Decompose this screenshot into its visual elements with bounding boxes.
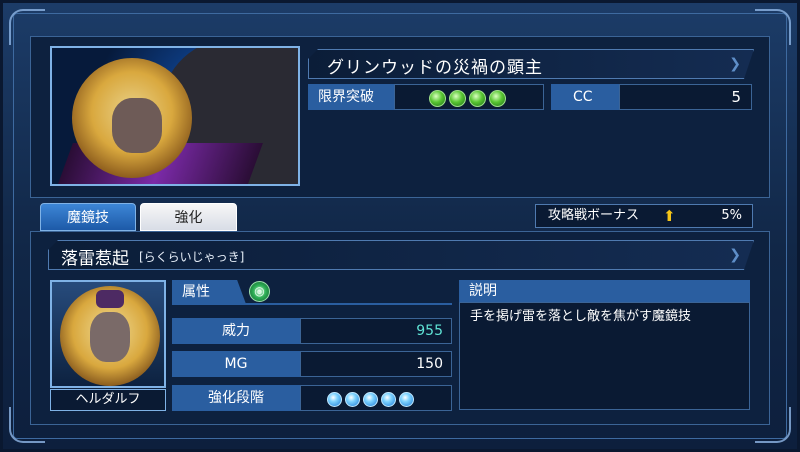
chevron-right-icon: ❯ (729, 247, 741, 263)
description-text: 手を掲げ雷を落とし敵を焦がす魔鏡技 (470, 309, 692, 324)
enhance-stage-orbs (300, 385, 452, 411)
mg-value: 150 (300, 351, 452, 377)
portrait-face (90, 312, 130, 362)
limit-break-gem-icon (469, 90, 486, 107)
description-box: 手を掲げ雷を落とし敵を焦がす魔鏡技 (459, 302, 750, 410)
tab-enhance[interactable]: 強化 (140, 203, 237, 231)
enhance-stage-label: 強化段階 (172, 385, 300, 411)
skill-reading: [らくらいじゃっき] (139, 250, 245, 264)
limit-break-gem-icon (489, 90, 506, 107)
wind-attribute-icon: ◎ (249, 281, 270, 302)
cc-label: CC (551, 84, 619, 110)
cc-value: 5 (619, 84, 752, 110)
character-portrait[interactable] (50, 280, 166, 388)
limit-break-gem-icon (449, 90, 466, 107)
enhance-orb-icon (327, 391, 342, 407)
skill-name: 落雷惹起 (61, 249, 129, 269)
portrait-horn (96, 290, 124, 308)
mg-label: MG (172, 351, 300, 377)
raid-bonus-label: 攻略戦ボーナス (548, 208, 640, 223)
limit-break-gems (394, 84, 544, 110)
tab-magic-mirror[interactable]: 魔鏡技 (40, 203, 136, 231)
limit-break-gem-icon (429, 90, 446, 107)
character-name: ヘルダルフ (50, 389, 166, 411)
attribute-label: 属性 (172, 280, 246, 304)
limit-break-label: 限界突破 (308, 84, 394, 110)
card-title-bar: グリンウッドの災禍の顕主 ❯ (308, 49, 754, 79)
power-value: 955 (300, 318, 452, 344)
enhance-orb-icon (399, 391, 414, 407)
enhance-orb-icon (381, 391, 396, 407)
chevron-right-icon: ❯ (729, 56, 741, 72)
description-label: 説明 (459, 280, 750, 302)
card-artwork[interactable] (50, 46, 300, 186)
raid-bonus: 攻略戦ボーナス ⬆ 5% (535, 204, 753, 228)
power-label: 威力 (172, 318, 300, 344)
card-title: グリンウッドの災禍の顕主 (327, 58, 543, 78)
enhance-orb-icon (345, 391, 360, 407)
attribute-divider (172, 303, 452, 305)
artwork-face (112, 98, 162, 153)
raid-bonus-value: 5% (721, 208, 742, 223)
skill-title-bar: 落雷惹起 [らくらいじゃっき] ❯ (48, 240, 754, 270)
enhance-orb-icon (363, 391, 378, 407)
arrow-up-icon: ⬆ (663, 207, 676, 225)
